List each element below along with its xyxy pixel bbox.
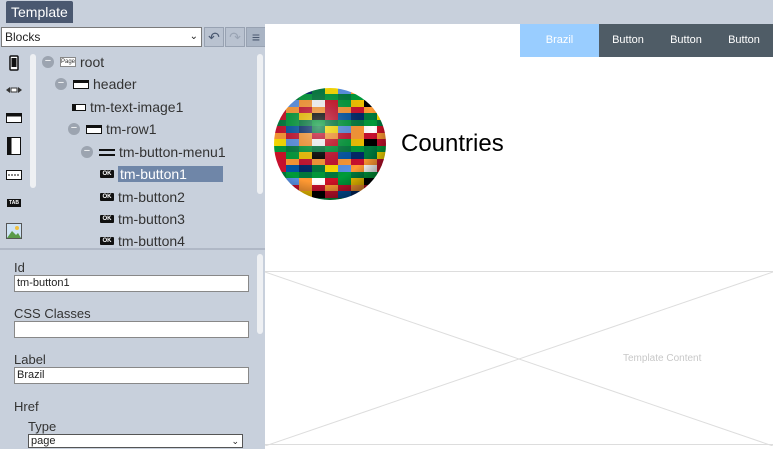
tree-node-label: root — [80, 54, 105, 70]
collapse-icon[interactable]: − — [42, 56, 54, 68]
label-field[interactable]: Brazil — [14, 367, 249, 384]
tab-template[interactable]: Template — [6, 1, 73, 23]
template-content-area[interactable]: Template Content — [265, 271, 773, 446]
type-select-value: page — [31, 435, 56, 447]
image-block-icon[interactable] — [5, 222, 23, 240]
redo-button[interactable]: ↷ — [225, 27, 245, 47]
tree-node-tm-button2[interactable]: OK tm-button2 — [100, 187, 185, 207]
palette-scrollbar[interactable] — [30, 54, 36, 188]
nav-button-3[interactable]: Button — [657, 24, 715, 57]
tab-block-icon[interactable]: TAB — [5, 194, 23, 212]
label-label: Label — [14, 352, 46, 367]
tree-node-tm-button1[interactable]: OK tm-button1 — [100, 164, 223, 184]
tree-node-tm-button3[interactable]: OK tm-button3 — [100, 209, 185, 229]
properties-panel: Id tm-button1 CSS Classes Label Brazil H… — [0, 250, 265, 449]
hamburger-icon: ≡ — [251, 29, 261, 45]
menu-button[interactable]: ≡ — [246, 27, 266, 47]
tree-node-label: tm-button-menu1 — [119, 144, 226, 160]
tree-node-label: tm-button1 — [118, 166, 223, 182]
nav-button-2[interactable]: Button — [599, 24, 657, 57]
blocks-select-value: Blocks — [5, 30, 41, 44]
page-title: Countries — [401, 130, 504, 157]
collapse-icon[interactable]: − — [55, 78, 67, 90]
text-image-icon — [72, 103, 86, 111]
mobile-icon[interactable] — [5, 54, 23, 72]
blocks-toolbar: Blocks ⌄ ↶ ↷ ≡ — [0, 26, 266, 48]
ok-button-icon: OK — [100, 237, 114, 245]
menu-icon — [99, 148, 115, 156]
resize-horizontal-icon[interactable] — [5, 81, 23, 99]
undo-icon: ↶ — [208, 29, 220, 45]
undo-button[interactable]: ↶ — [204, 27, 224, 47]
ok-button-icon: OK — [100, 215, 114, 223]
ok-button-icon: OK — [100, 170, 114, 178]
type-select[interactable]: page ⌄ — [28, 434, 243, 448]
blocks-select[interactable]: Blocks ⌄ — [1, 27, 202, 47]
tree-node-header[interactable]: − header — [55, 74, 137, 94]
menu-block-icon[interactable] — [5, 166, 23, 184]
tree-node-tm-button4[interactable]: OK tm-button4 — [100, 231, 185, 248]
properties-scrollbar[interactable] — [257, 254, 263, 334]
component-tree: − Page root − header tm-text-image1 − tm… — [38, 52, 256, 248]
id-label: Id — [14, 260, 25, 275]
redo-icon: ↷ — [229, 29, 241, 45]
tree-node-label: tm-button4 — [118, 233, 185, 248]
chevron-down-icon: ⌄ — [231, 436, 239, 446]
template-content-label: Template Content — [621, 353, 704, 364]
tree-node-label: tm-row1 — [106, 121, 157, 137]
href-label: Href — [14, 399, 39, 414]
nav-button-brazil[interactable]: Brazil — [520, 24, 599, 57]
left-panel: Blocks ⌄ ↶ ↷ ≡ TAB − Page root − header … — [0, 24, 266, 449]
tree-node-label: tm-button3 — [118, 211, 185, 227]
css-classes-label: CSS Classes — [14, 306, 91, 321]
tree-node-root[interactable]: − Page root — [42, 52, 104, 72]
nav-button-4[interactable]: Button — [715, 24, 773, 57]
tree-node-tm-button-menu1[interactable]: − tm-button-menu1 — [81, 142, 226, 162]
header-icon — [73, 79, 89, 89]
header-block-icon[interactable] — [5, 109, 23, 127]
collapse-icon[interactable]: − — [68, 123, 80, 135]
block-palette: TAB — [0, 52, 28, 248]
preview-canvas: Brazil Button Button Button Countries Te… — [265, 24, 773, 449]
tree-scrollbar[interactable] — [257, 54, 263, 194]
collapse-icon[interactable]: − — [81, 146, 93, 158]
tree-node-tm-text-image1[interactable]: tm-text-image1 — [72, 97, 183, 117]
chevron-down-icon: ⌄ — [189, 31, 198, 42]
column-block-icon[interactable] — [5, 137, 23, 155]
type-label: Type — [28, 419, 57, 434]
tree-node-label: header — [93, 76, 137, 92]
preview-nav: Brazil Button Button Button — [520, 24, 773, 57]
flag-globe-image — [274, 88, 386, 200]
page-icon: Page — [60, 57, 76, 67]
ok-button-icon: OK — [100, 193, 114, 201]
id-field[interactable]: tm-button1 — [14, 275, 249, 292]
top-bar: Template — [0, 0, 773, 24]
tree-node-label: tm-text-image1 — [90, 99, 184, 115]
tree-node-label: tm-button2 — [118, 189, 185, 205]
header-icon — [86, 124, 102, 134]
tree-node-tm-row1[interactable]: − tm-row1 — [68, 119, 157, 139]
css-classes-field[interactable] — [14, 321, 249, 338]
